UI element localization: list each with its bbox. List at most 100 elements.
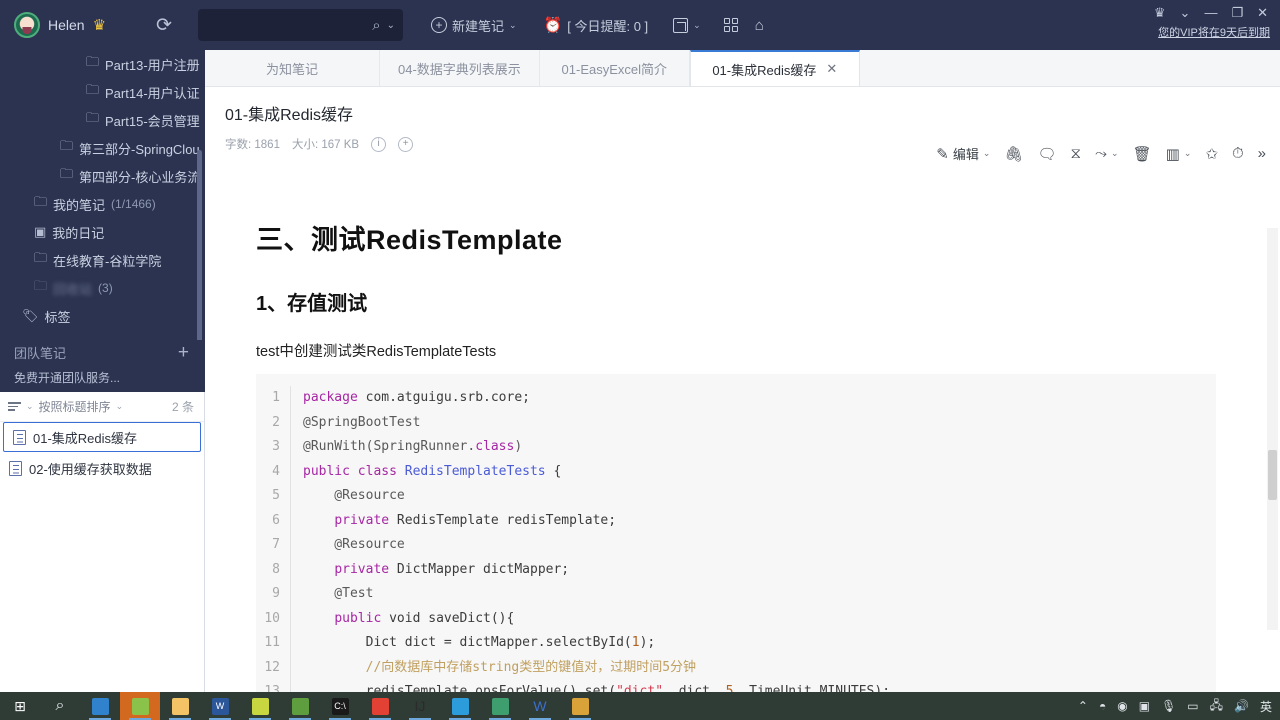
- document-content[interactable]: 后 三、测试RedisTemplate 1、存值测试 test中创建测试类Red…: [205, 200, 1280, 692]
- alarm-icon[interactable]: ⏱: [1232, 145, 1244, 162]
- sort-label[interactable]: 按照标题排序: [39, 398, 111, 415]
- ime-indicator[interactable]: 英: [1260, 698, 1272, 715]
- code-block[interactable]: 1 package com.atguigu.srb.core; 2 @SpringBo…: [256, 374, 1216, 692]
- sidebar-item-9[interactable]: 🏷 标签: [0, 302, 205, 330]
- expand-button[interactable]: ⌄: [667, 14, 707, 37]
- chevron-down-icon[interactable]: ⌄: [983, 148, 991, 159]
- tab-2[interactable]: 01-EasyExcel简介: [540, 50, 690, 86]
- xshell-icon[interactable]: [280, 692, 320, 720]
- more-icon[interactable]: »: [1258, 145, 1266, 162]
- word-icon[interactable]: W: [200, 692, 240, 720]
- avatar[interactable]: [14, 12, 40, 38]
- info-icon[interactable]: i: [371, 136, 387, 152]
- user-block[interactable]: Helen ♛: [0, 12, 150, 38]
- volume-icon[interactable]: 🔊: [1234, 699, 1249, 713]
- read-mode-button[interactable]: ▥ ⌄: [1166, 145, 1192, 163]
- mic-icon[interactable]: 🎙: [1161, 699, 1176, 713]
- chevron-down-icon[interactable]: ⌄: [387, 20, 395, 31]
- sidebar-item-5[interactable]: 🗀 我的笔记 (1/1466): [0, 190, 205, 218]
- code-line: 1 package com.atguigu.srb.core;: [256, 386, 1216, 411]
- vip-notice[interactable]: 您的VIP将在9天后到期: [1158, 24, 1272, 40]
- sidebar-item-0[interactable]: 🗀 Part13-用户注册: [0, 50, 205, 78]
- code-text: @Test: [290, 582, 373, 607]
- picgo-icon[interactable]: [480, 692, 520, 720]
- chevron-down-icon[interactable]: ⌄: [26, 401, 34, 412]
- sidebar-item-1[interactable]: 🗀 Part14-用户认证: [0, 78, 205, 106]
- star-icon[interactable]: ✩: [1205, 145, 1218, 163]
- history-icon[interactable]: ⧖: [1071, 145, 1082, 162]
- document-title[interactable]: 01-集成Redis缓存: [225, 101, 1280, 125]
- list-view-icon[interactable]: [8, 402, 21, 411]
- sidebar-item-3[interactable]: 🗀 第三部分-SpringClou: [0, 134, 205, 162]
- code-line: 3 @RunWith(SpringRunner.class): [256, 435, 1216, 460]
- cmd-icon[interactable]: C:\: [320, 692, 360, 720]
- sidebar-item-2[interactable]: 🗀 Part15-会员管理: [0, 106, 205, 134]
- read-mode-icon: ▥: [1165, 145, 1180, 163]
- close-button[interactable]: ✕: [1257, 6, 1268, 19]
- chevron-down-icon[interactable]: ⌄: [1180, 6, 1191, 19]
- code-line: 6 private RedisTemplate redisTemplate;: [256, 508, 1216, 533]
- vip-crown-icon[interactable]: ♛: [1154, 6, 1166, 19]
- tab-label: 为知笔记: [265, 61, 318, 77]
- code-text: @Resource: [290, 484, 405, 509]
- sidebar-item-8[interactable]: 🗀 回收站 (3): [0, 274, 205, 302]
- file-explorer-icon[interactable]: [160, 692, 200, 720]
- disc-icon[interactable]: ◉: [1117, 699, 1127, 713]
- tab-0[interactable]: 为知笔记: [205, 50, 380, 86]
- chevron-down-icon[interactable]: ⌄: [509, 20, 517, 31]
- network-icon[interactable]: 🖧: [1210, 696, 1223, 717]
- battery-icon[interactable]: ▭: [1187, 699, 1198, 713]
- home-button[interactable]: ⌂: [749, 14, 770, 37]
- chevron-up-icon[interactable]: ⌃: [1078, 699, 1088, 713]
- editor-scrollbar-thumb[interactable]: [1268, 450, 1277, 500]
- sidebar-item-4[interactable]: 🗀 第四部分-核心业务流: [0, 162, 205, 190]
- editor-scrollbar[interactable]: [1267, 228, 1278, 630]
- line-number: 13: [264, 684, 280, 692]
- team-service-link[interactable]: 免费开通团队服务...: [0, 365, 205, 390]
- tab-bar: 为知笔记 04-数据字典列表展示 01-EasyExcel简介 01-集成Redis缓…: [205, 50, 1280, 87]
- share-button[interactable]: ⤳ ⌄: [1095, 145, 1119, 162]
- chevron-down-icon[interactable]: ⌄: [693, 20, 701, 31]
- tab-3[interactable]: 01-集成Redis缓存 ✕: [689, 50, 860, 86]
- intellij-icon[interactable]: IJ: [400, 692, 440, 720]
- navicat-icon[interactable]: [240, 692, 280, 720]
- delete-icon[interactable]: 🗑: [1133, 145, 1152, 163]
- tab-1[interactable]: 04-数据字典列表展示: [380, 50, 540, 86]
- chevron-down-icon[interactable]: ⌄: [116, 401, 124, 412]
- edge-icon[interactable]: [440, 692, 480, 720]
- app-tray-icon[interactable]: ◓: [1099, 699, 1106, 713]
- comment-icon[interactable]: 🗨: [1037, 145, 1056, 163]
- folder-icon: 🗀: [34, 278, 48, 293]
- sidebar-item-7[interactable]: 🗀 在线教育-谷粒学院: [0, 246, 205, 274]
- close-icon[interactable]: ✕: [826, 61, 837, 77]
- sync-icon[interactable]: ⟳: [156, 14, 172, 37]
- search-box[interactable]: ⌕ ⌄: [198, 9, 403, 41]
- apps-button[interactable]: [718, 14, 744, 36]
- search-icon[interactable]: ⌕: [40, 692, 80, 720]
- attachment-icon[interactable]: 🖇: [1004, 145, 1023, 163]
- start-button[interactable]: ⊞: [0, 692, 40, 720]
- chrome-icon[interactable]: [360, 692, 400, 720]
- list-item[interactable]: 02-使用缓存获取数据: [0, 452, 204, 484]
- sidebar-item-6[interactable]: ▣ 我的日记: [0, 218, 205, 246]
- wiznote-icon[interactable]: [120, 692, 160, 720]
- restore-button[interactable]: ❐: [1231, 6, 1243, 19]
- search-input[interactable]: [206, 9, 356, 41]
- edit-button[interactable]: ✎ 编辑 ⌄: [936, 144, 990, 163]
- plus-circle-icon[interactable]: +: [398, 136, 414, 152]
- screen-icon[interactable]: ▣: [1139, 699, 1150, 713]
- new-note-button[interactable]: + 新建笔记 ⌄: [425, 12, 523, 39]
- plus-icon[interactable]: +: [178, 343, 189, 362]
- sidebar-scrollbar[interactable]: [197, 150, 202, 360]
- line-number: 3: [272, 439, 280, 454]
- list-item[interactable]: 01-集成Redis缓存: [3, 422, 201, 452]
- minimize-button[interactable]: —: [1204, 6, 1217, 19]
- team-notes-header: 团队笔记 +: [0, 340, 205, 365]
- chevron-down-icon[interactable]: ⌄: [1111, 148, 1119, 159]
- chevron-down-icon[interactable]: ⌄: [1184, 148, 1192, 159]
- wps-icon[interactable]: W: [520, 692, 560, 720]
- vscode-icon[interactable]: [80, 692, 120, 720]
- reminder-button[interactable]: ⏰ [ 今日提醒: 0 ]: [538, 12, 655, 39]
- search-icon[interactable]: ⌕: [372, 17, 380, 34]
- typora-icon[interactable]: [560, 692, 600, 720]
